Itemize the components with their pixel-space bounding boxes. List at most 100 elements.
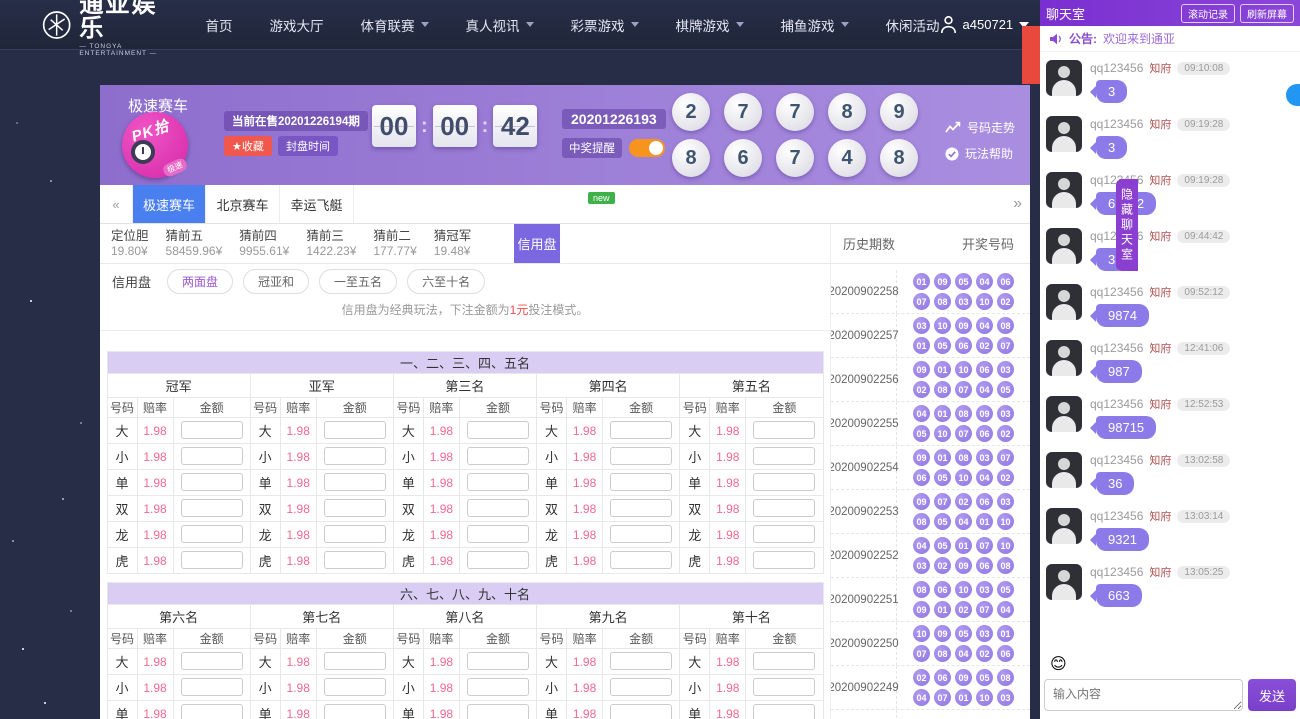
bet-amount-input[interactable] xyxy=(753,421,815,439)
bet-amount-input[interactable] xyxy=(324,421,386,439)
history-ball: 07 xyxy=(955,381,972,398)
nav-item-0[interactable]: 首页 xyxy=(206,15,233,35)
bet-amount-input[interactable] xyxy=(181,447,243,465)
bet-amount-input[interactable] xyxy=(610,704,672,719)
bet-amount-input[interactable] xyxy=(610,421,672,439)
bet-row: 大1.98大1.98大1.98大1.98大1.98 xyxy=(107,649,823,675)
bet-amount-input[interactable] xyxy=(324,678,386,696)
game-tab-2[interactable]: 幸运飞艇 xyxy=(280,185,354,223)
bet-amount-input[interactable] xyxy=(324,704,386,719)
bet-amount-input[interactable] xyxy=(610,525,672,543)
history-ball: 07 xyxy=(913,293,930,310)
bet-amount-input[interactable] xyxy=(324,652,386,670)
history-ball: 08 xyxy=(934,645,951,662)
game-tab-1[interactable]: 北京赛车 xyxy=(206,185,280,223)
bet-category-2[interactable]: 猜前四9955.61¥ xyxy=(239,228,289,259)
avatar xyxy=(1046,228,1082,264)
bet-amount-input[interactable] xyxy=(467,652,529,670)
bet-amount-input[interactable] xyxy=(610,652,672,670)
bet-amount-input[interactable] xyxy=(181,525,243,543)
bet-category-3[interactable]: 猜前三1422.23¥ xyxy=(306,228,356,259)
bet-amount-input[interactable] xyxy=(610,551,672,569)
bet-amount-input[interactable] xyxy=(753,473,815,491)
bet-amount-input[interactable] xyxy=(610,678,672,696)
bet-amount-input[interactable] xyxy=(324,499,386,517)
bet-group-header: 第三名 xyxy=(393,374,536,398)
history-ball: 01 xyxy=(934,601,951,618)
history-ball: 03 xyxy=(955,293,972,310)
history-ball: 01 xyxy=(934,449,951,466)
bet-amount-input[interactable] xyxy=(181,704,243,719)
bet-amount-input[interactable] xyxy=(467,421,529,439)
close-time-button[interactable]: 封盘时间 xyxy=(278,136,338,156)
bet-amount-input[interactable] xyxy=(324,525,386,543)
refresh-screen-button[interactable]: 刷新屏幕 xyxy=(1240,4,1294,23)
bet-amount-input[interactable] xyxy=(467,473,529,491)
bet-amount-input[interactable] xyxy=(324,447,386,465)
bet-amount-input[interactable] xyxy=(181,551,243,569)
play-help-link[interactable]: 玩法帮助 xyxy=(945,145,1025,162)
bet-amount-input[interactable] xyxy=(753,551,815,569)
credit-pill-0[interactable]: 两面盘 xyxy=(167,269,233,294)
user-menu[interactable]: a450721 xyxy=(940,15,1030,34)
nav-item-4[interactable]: 彩票游戏 xyxy=(571,15,639,35)
bet-amount-input[interactable] xyxy=(753,525,815,543)
bet-amount-input[interactable] xyxy=(467,447,529,465)
partially-hidden-button[interactable] xyxy=(1022,26,1040,84)
bet-amount-input[interactable] xyxy=(467,525,529,543)
bet-amount-input[interactable] xyxy=(753,447,815,465)
tabs-next-arrow[interactable]: » xyxy=(1013,185,1022,223)
number-trend-link[interactable]: 号码走势 xyxy=(945,119,1025,136)
chat-input[interactable] xyxy=(1044,679,1243,711)
bet-amount-input[interactable] xyxy=(753,652,815,670)
bet-option-label: 龙 xyxy=(107,522,137,548)
bet-amount-input[interactable] xyxy=(467,678,529,696)
bet-table-0: 一、二、三、四、五名冠军亚军第三名第四名第五名号码赔率金额号码赔率金额号码赔率金… xyxy=(107,351,824,574)
nav-item-6[interactable]: 捕鱼游戏 xyxy=(781,15,849,35)
hide-chat-tab[interactable]: 隐藏聊天室 xyxy=(1116,179,1138,271)
bet-amount-input[interactable] xyxy=(181,499,243,517)
history-ball: 09 xyxy=(934,273,951,290)
bet-amount-input[interactable] xyxy=(324,551,386,569)
brand-logo[interactable]: 通亚娱乐 — TONGYA ENTERTAINMENT — xyxy=(42,0,162,57)
bet-amount-input[interactable] xyxy=(467,499,529,517)
bet-amount-input[interactable] xyxy=(181,652,243,670)
bet-amount-input[interactable] xyxy=(181,421,243,439)
credit-pill-2[interactable]: 一至五名 xyxy=(319,269,397,294)
bet-amount-input[interactable] xyxy=(753,678,815,696)
history-ball: 02 xyxy=(934,557,951,574)
bet-amount-input[interactable] xyxy=(753,499,815,517)
avatar xyxy=(1046,172,1082,208)
nav-item-7[interactable]: 休闲活动 xyxy=(886,15,940,35)
bet-category-5[interactable]: 猜冠军19.48¥ xyxy=(434,228,472,259)
bet-category-4[interactable]: 猜前二177.77¥ xyxy=(373,228,416,259)
bet-option-label: 双 xyxy=(537,496,567,522)
credit-panel-tab[interactable]: 信用盘 xyxy=(514,224,560,263)
bet-amount-input[interactable] xyxy=(181,678,243,696)
bet-amount-input[interactable] xyxy=(610,473,672,491)
bet-amount-input[interactable] xyxy=(467,704,529,719)
bet-amount-input[interactable] xyxy=(610,499,672,517)
scroll-record-button[interactable]: 滚动记录 xyxy=(1181,4,1235,23)
nav-item-1[interactable]: 游戏大厅 xyxy=(270,15,324,35)
send-button[interactable]: 发送 xyxy=(1248,679,1296,711)
credit-pill-1[interactable]: 冠亚和 xyxy=(243,269,309,294)
nav-item-3[interactable]: 真人视讯 xyxy=(466,15,534,35)
tabs-prev-arrow[interactable]: « xyxy=(100,185,132,223)
bet-amount-input[interactable] xyxy=(753,704,815,719)
win-alert-toggle[interactable] xyxy=(629,139,665,157)
game-tab-0[interactable]: 极速赛车 xyxy=(132,185,206,223)
nav-item-2[interactable]: 体育联赛 xyxy=(361,15,429,35)
bet-section-title-row: 六、七、八、九、十名 xyxy=(107,583,823,605)
nav-item-5[interactable]: 棋牌游戏 xyxy=(676,15,744,35)
favorite-button[interactable]: ★收藏 xyxy=(224,136,272,156)
bet-category-0[interactable]: 定位胆19.80¥ xyxy=(111,228,149,259)
emoji-button[interactable]: 😊 xyxy=(1050,654,1067,674)
history-ball: 08 xyxy=(913,513,930,530)
bet-amount-input[interactable] xyxy=(467,551,529,569)
bet-category-1[interactable]: 猜前五58459.96¥ xyxy=(166,228,223,259)
credit-pill-3[interactable]: 六至十名 xyxy=(407,269,485,294)
bet-amount-input[interactable] xyxy=(610,447,672,465)
bet-amount-input[interactable] xyxy=(181,473,243,491)
bet-amount-input[interactable] xyxy=(324,473,386,491)
